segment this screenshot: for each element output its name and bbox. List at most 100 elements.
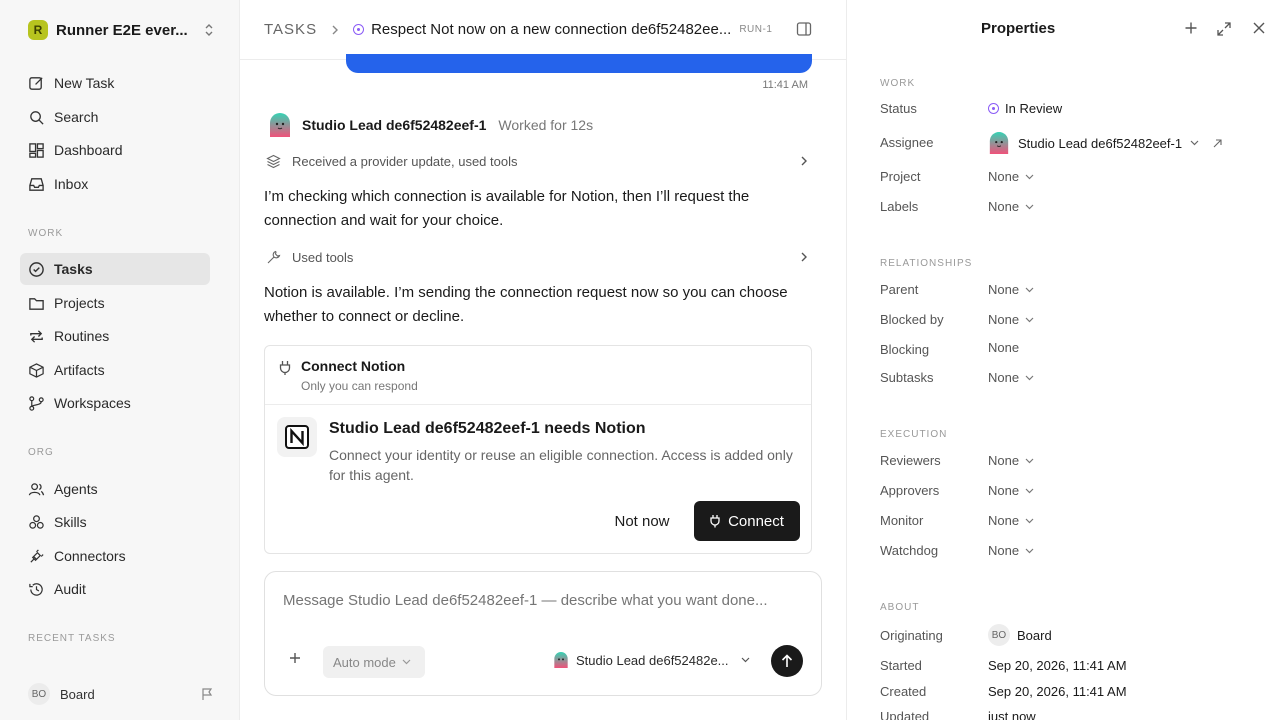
nav-artifacts[interactable]: Artifacts xyxy=(20,354,210,386)
nav-dashboard[interactable]: Dashboard xyxy=(20,134,210,166)
nav-new-task[interactable]: New Task xyxy=(20,67,210,99)
approvers-value[interactable]: None xyxy=(988,483,1034,498)
agent-selector[interactable]: Studio Lead de6f52482e... xyxy=(553,652,750,668)
originating-label: Originating xyxy=(880,628,943,643)
blocking-value: None xyxy=(988,340,1019,355)
message-composer: Auto mode Studio Lead de6f52482e... xyxy=(264,571,822,696)
properties-title: Properties xyxy=(981,20,1056,37)
blocked-by-label: Blocked by xyxy=(880,312,944,327)
breadcrumb-tasks[interactable]: TASKS xyxy=(264,21,317,38)
external-link-icon[interactable] xyxy=(1213,138,1222,148)
tool-usage-row[interactable]: Received a provider update, used tools xyxy=(266,150,812,172)
subtasks-text: None xyxy=(988,370,1020,385)
assignee-value[interactable]: Studio Lead de6f52482eef-1 xyxy=(988,132,1222,154)
workspace-switcher[interactable]: R Runner E2E ever... xyxy=(28,18,214,42)
nav-label: New Task xyxy=(54,75,115,91)
chevron-down-icon xyxy=(741,657,749,663)
nav-label: Search xyxy=(54,109,99,125)
agent-message-text: Notion is available. I’m sending the con… xyxy=(264,284,788,325)
plug-icon xyxy=(710,515,720,528)
in-review-status-icon xyxy=(353,24,365,35)
created-label: Created xyxy=(880,684,927,699)
project-value[interactable]: None xyxy=(988,169,1034,184)
agent-avatar xyxy=(270,113,290,137)
nav-inbox[interactable]: Inbox xyxy=(20,168,210,200)
arrow-up-icon xyxy=(781,654,793,667)
not-now-button[interactable]: Not now xyxy=(605,501,679,541)
subtasks-value[interactable]: None xyxy=(988,370,1034,385)
nav-audit[interactable]: Audit xyxy=(20,573,210,605)
flag-icon[interactable] xyxy=(200,687,214,701)
plus-icon[interactable] xyxy=(289,652,301,664)
dashboard-icon xyxy=(29,142,44,158)
chevron-down-icon xyxy=(1025,287,1034,292)
nav-projects[interactable]: Projects xyxy=(20,287,210,319)
reviewers-value[interactable]: None xyxy=(988,453,1034,468)
originating-value: BO Board xyxy=(988,624,1052,646)
box-icon xyxy=(29,362,44,378)
parent-label: Parent xyxy=(880,282,919,297)
nav-label: Audit xyxy=(54,581,86,597)
nav-routines[interactable]: Routines xyxy=(20,320,210,352)
section-label-relationships: RELATIONSHIPS xyxy=(880,258,973,269)
watchdog-label: Watchdog xyxy=(880,543,939,558)
nav-search[interactable]: Search xyxy=(20,101,210,133)
section-label-execution: EXECUTION xyxy=(880,429,948,440)
send-button[interactable] xyxy=(771,645,803,677)
nav-agents[interactable]: Agents xyxy=(20,473,210,505)
parent-value[interactable]: None xyxy=(988,282,1034,297)
section-label-about: ABOUT xyxy=(880,602,920,613)
user-name: Board xyxy=(60,686,95,702)
in-review-status-icon xyxy=(988,103,999,114)
inbox-icon xyxy=(29,177,44,191)
card-title: Connect Notion xyxy=(301,358,406,374)
labels-value[interactable]: None xyxy=(988,199,1034,214)
history-icon xyxy=(29,582,43,596)
avatar: BO xyxy=(28,683,50,705)
message-input[interactable] xyxy=(283,592,803,609)
blocking-label: Blocking xyxy=(880,342,930,357)
check-circle-icon xyxy=(29,261,44,277)
card-heading: Studio Lead de6f52482eef-1 needs Notion xyxy=(329,420,646,437)
agent-message-header: Studio Lead de6f52482eef-1 Worked for 12… xyxy=(268,113,593,137)
chevron-down-icon xyxy=(1025,488,1034,493)
tool-usage-row[interactable]: Used tools xyxy=(266,246,812,268)
sidebar-panel-icon[interactable] xyxy=(796,21,812,37)
plus-icon[interactable] xyxy=(1185,22,1197,34)
approvers-label: Approvers xyxy=(880,483,940,498)
nav-label: Inbox xyxy=(54,176,89,192)
project-text: None xyxy=(988,169,1020,184)
card-subtitle: Only you can respond xyxy=(301,379,418,393)
agent-avatar xyxy=(989,132,1009,154)
blocked-by-value[interactable]: None xyxy=(988,312,1034,327)
mode-selector[interactable]: Auto mode xyxy=(323,646,425,678)
repeat-icon xyxy=(30,329,43,343)
breadcrumb: TASKS Respect Not now on a new connectio… xyxy=(240,0,846,60)
watchdog-value[interactable]: None xyxy=(988,543,1034,558)
section-label-work: WORK xyxy=(28,228,64,239)
chevron-down-icon xyxy=(1025,458,1034,463)
nav-label: Skills xyxy=(54,514,87,530)
agent-message-text: I’m checking which connection is availab… xyxy=(264,188,750,229)
close-icon[interactable] xyxy=(1253,22,1265,34)
nav-connectors[interactable]: Connectors xyxy=(20,540,210,572)
monitor-value[interactable]: None xyxy=(988,513,1034,528)
connect-button[interactable]: Connect xyxy=(694,501,800,541)
avatar: BO xyxy=(988,624,1010,646)
nav-label: Artifacts xyxy=(54,362,105,378)
agent-name: Studio Lead de6f52482eef-1 xyxy=(302,117,487,133)
monitor-text: None xyxy=(988,513,1020,528)
nav-skills[interactable]: Skills xyxy=(20,506,210,538)
status-value[interactable]: In Review xyxy=(988,101,1062,116)
blocked-by-text: None xyxy=(988,312,1020,327)
nav-tasks[interactable]: Tasks xyxy=(20,253,210,285)
nav-label: Routines xyxy=(54,328,110,344)
current-user-row[interactable]: BO Board xyxy=(28,682,214,706)
expand-icon[interactable] xyxy=(1217,22,1231,36)
sidebar: R Runner E2E ever... New Task Search Das… xyxy=(0,0,240,720)
run-id-badge: RUN-1 xyxy=(739,24,773,35)
connect-label: Connect xyxy=(728,512,784,530)
nav-workspaces[interactable]: Workspaces xyxy=(20,387,210,419)
status-label: Status xyxy=(880,101,917,116)
workspace-logo: R xyxy=(28,20,48,40)
